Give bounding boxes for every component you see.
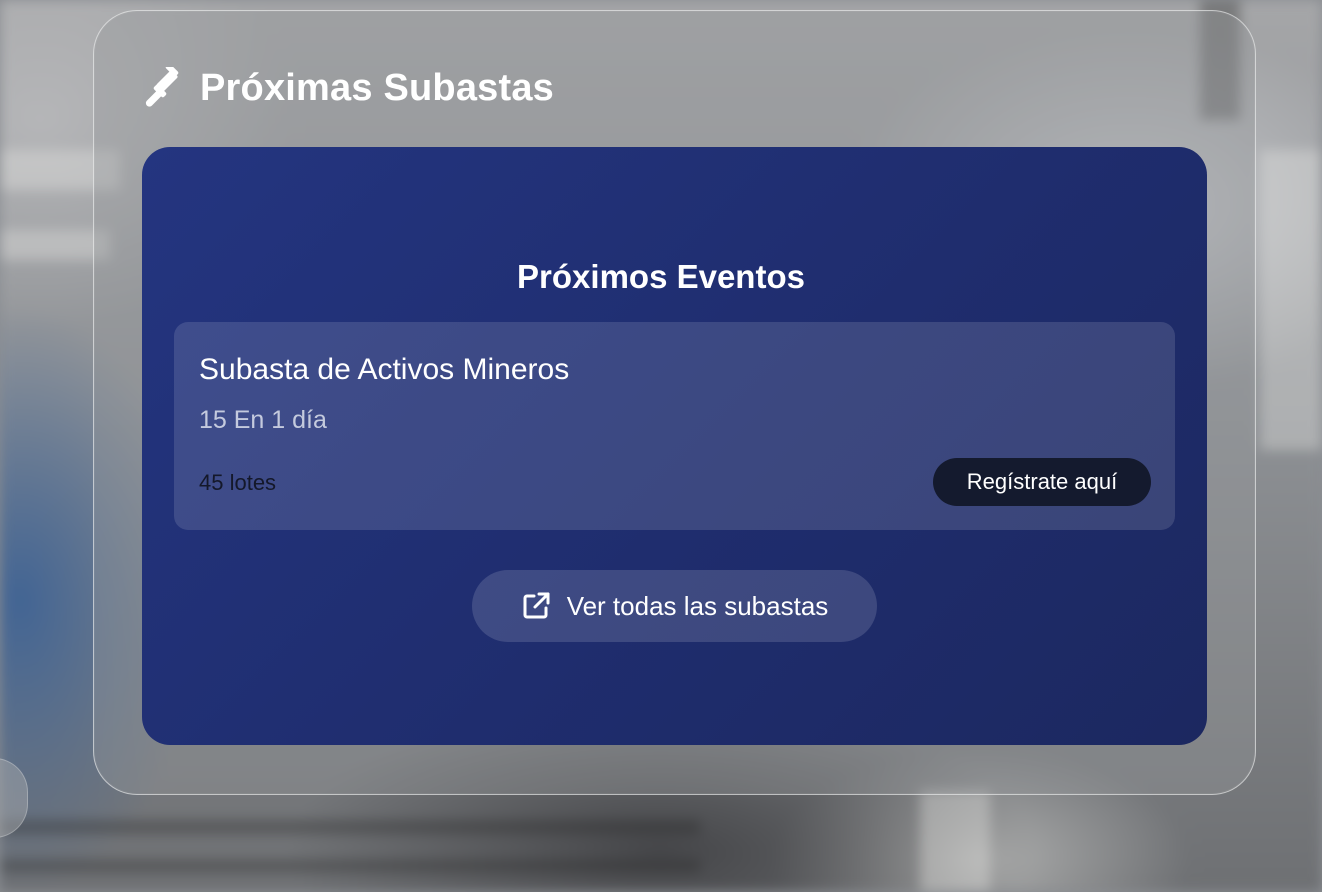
event-date: 15 En 1 día — [199, 406, 327, 434]
panel-header: Próximas Subastas — [142, 66, 554, 110]
gavel-icon — [142, 67, 184, 109]
event-title: Subasta de Activos Mineros — [199, 353, 570, 386]
register-button[interactable]: Regístrate aquí — [933, 458, 1151, 506]
event-lots-count: 45 lotes — [199, 470, 277, 495]
view-all-auctions-button[interactable]: Ver todas las subastas — [472, 570, 877, 642]
external-link-icon — [521, 591, 551, 621]
events-heading: Próximos Eventos — [517, 258, 805, 295]
panel-title: Próximas Subastas — [200, 66, 555, 109]
view-all-label: Ver todas las subastas — [566, 590, 829, 621]
